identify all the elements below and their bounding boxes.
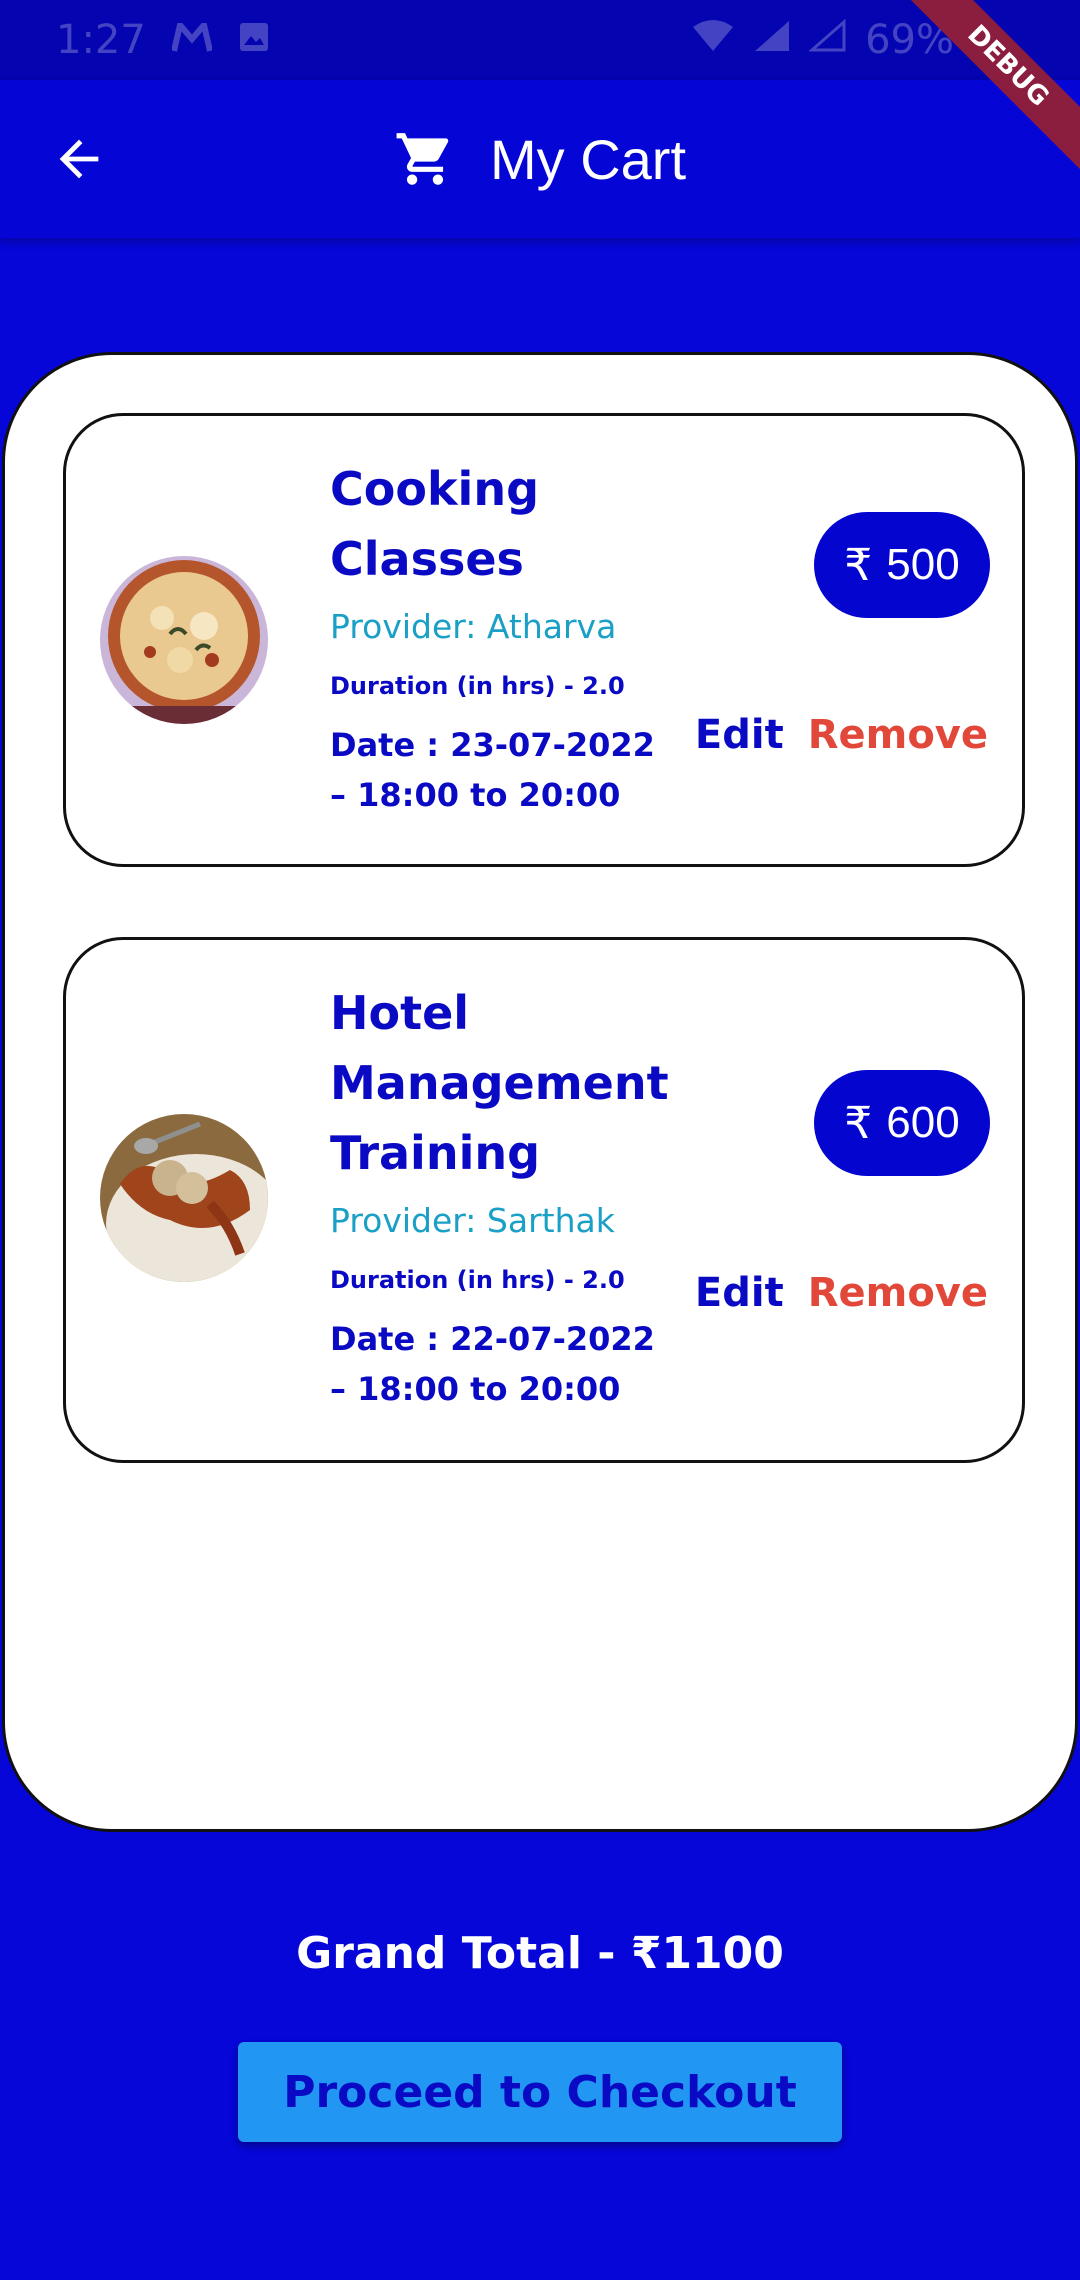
- edit-button[interactable]: Edit: [695, 1270, 784, 1316]
- debug-label: DEBUG: [900, 0, 1080, 174]
- back-button[interactable]: [50, 130, 108, 188]
- date-text: Date : 22-07-2022 – 18:00 to 20:00: [330, 1320, 655, 1408]
- status-time: 1:27: [56, 17, 146, 63]
- image-icon: [238, 17, 270, 63]
- item-actions: Edit Remove: [695, 712, 988, 758]
- debug-banner: DEBUG: [880, 0, 1080, 200]
- provider-text: Provider: Sarthak: [330, 1201, 615, 1240]
- edit-button[interactable]: Edit: [695, 712, 784, 758]
- rupee-icon: ₹: [844, 540, 873, 590]
- remove-button[interactable]: Remove: [808, 1270, 988, 1316]
- checkout-button[interactable]: Proceed to Checkout: [238, 2042, 842, 2142]
- duration-text: Duration (in hrs) - 2.0: [330, 672, 625, 700]
- course-title: Hotel Management Training: [330, 986, 669, 1180]
- pizza-image: [100, 556, 268, 724]
- grand-total: Grand Total - ₹1100: [296, 1928, 784, 1979]
- price-badge: ₹ 500: [814, 512, 990, 618]
- cart-panel: Cooking Classes Provider: Atharva Durati…: [2, 352, 1078, 1832]
- price-badge: ₹ 600: [814, 1070, 990, 1176]
- provider-text: Provider: Atharva: [330, 607, 617, 646]
- item-info: Hotel Management Training Provider: Sart…: [330, 978, 730, 1414]
- item-actions: Edit Remove: [695, 1270, 988, 1316]
- rupee-icon: ₹: [844, 1098, 873, 1148]
- remove-button[interactable]: Remove: [808, 712, 988, 758]
- price-value: 600: [886, 1098, 960, 1147]
- arrow-left-icon: [59, 139, 99, 179]
- cart-item-card: Hotel Management Training Provider: Sart…: [63, 937, 1025, 1463]
- duration-text: Duration (in hrs) - 2.0: [330, 1266, 625, 1294]
- item-info: Cooking Classes Provider: Atharva Durati…: [330, 454, 730, 820]
- shopping-cart-icon: [396, 133, 449, 185]
- signal-icon: [753, 17, 791, 63]
- page-title: My Cart: [490, 127, 686, 191]
- app-title-group: My Cart: [394, 127, 686, 192]
- course-title: Cooking Classes: [330, 462, 539, 586]
- gmail-icon: [170, 17, 213, 63]
- signal-empty-icon: [808, 17, 847, 63]
- wifi-icon: [691, 17, 735, 63]
- price-value: 500: [886, 540, 960, 589]
- date-text: Date : 23-07-2022 – 18:00 to 20:00: [330, 726, 655, 814]
- plated-food-image: [100, 1114, 268, 1282]
- cart-item-card: Cooking Classes Provider: Atharva Durati…: [63, 413, 1025, 867]
